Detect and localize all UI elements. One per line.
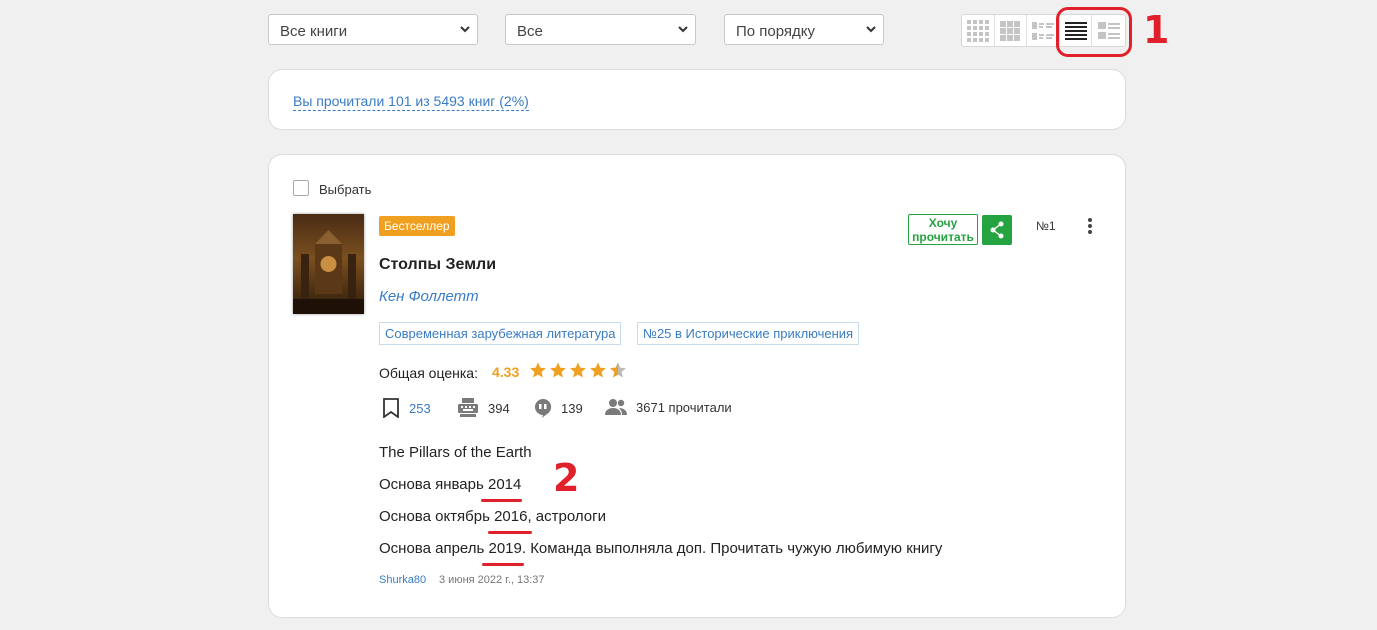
annotation-highlight-box (1056, 7, 1132, 57)
sort-value: По порядку (736, 23, 816, 40)
people-icon (605, 399, 627, 415)
book-card: Выбрать Бестселлер Столпы Земли Кен Фолл… (268, 154, 1126, 618)
rating-label: Общая оценка: (379, 365, 478, 381)
reading-note: Основа апрель 2019. Команда выполняла до… (379, 540, 943, 557)
status-filter-select[interactable]: Все (505, 14, 696, 45)
reading-note: Основа январь 2014 (379, 476, 522, 493)
sort-select[interactable]: По порядку (724, 14, 884, 45)
rating-stars (529, 361, 627, 379)
annotation-underline (482, 563, 524, 566)
select-checkbox[interactable] (293, 180, 309, 196)
reviews-stat[interactable]: 394 (457, 398, 510, 418)
view-grid-large-button[interactable] (962, 15, 995, 46)
reading-progress-card: Вы прочитали 101 из 5493 книг (2%) (268, 69, 1126, 130)
bookmark-icon (383, 398, 399, 418)
star-icon (550, 362, 566, 378)
book-position-number: №1 (1036, 219, 1056, 233)
more-options-button[interactable] (1087, 217, 1093, 240)
quotes-stat[interactable]: 139 (534, 398, 583, 418)
book-author[interactable]: Кен Фоллетт (379, 288, 479, 305)
book-cover-art (293, 214, 364, 314)
grid-small-icon (1000, 20, 1021, 41)
bookmarks-count: 253 (409, 400, 431, 416)
grid-large-icon (966, 19, 989, 42)
annotation-number-1: 1 (1143, 8, 1170, 52)
books-filter-select[interactable]: Все книги (268, 14, 478, 45)
typewriter-icon (458, 398, 478, 417)
view-grid-small-button[interactable] (995, 15, 1028, 46)
star-icon (570, 362, 586, 378)
chevron-down-icon (460, 26, 470, 33)
more-vertical-icon (1088, 218, 1092, 234)
chevron-down-icon (678, 26, 688, 33)
star-icon (590, 362, 606, 378)
want-label-line1: Хочу (928, 216, 958, 230)
star-half-icon (610, 362, 626, 378)
view-list-compact-button[interactable] (1027, 15, 1060, 46)
chevron-down-icon (866, 26, 876, 33)
readers-count: 3671 прочитали (636, 399, 732, 415)
want-label-line2: прочитать (912, 230, 974, 244)
share-button[interactable] (982, 215, 1012, 245)
share-icon (990, 221, 1004, 239)
star-icon (530, 362, 546, 378)
quotes-count: 139 (561, 400, 583, 416)
genre-tag[interactable]: Современная зарубежная литература (379, 322, 622, 345)
annotation-underline (481, 499, 522, 502)
bookmarks-stat[interactable]: 253 (382, 398, 431, 418)
want-to-read-button[interactable]: Хочу прочитать (908, 214, 978, 245)
annotation-number-2: 2 (553, 456, 580, 500)
rating-value: 4.33 (492, 364, 520, 380)
original-title: The Pillars of the Earth (379, 444, 532, 461)
review-date: 3 июня 2022 г., 13:37 (439, 574, 545, 586)
book-title[interactable]: Столпы Земли (379, 256, 496, 274)
bestseller-badge: Бестселлер (379, 216, 455, 236)
readers-stat[interactable]: 3671 прочитали (605, 398, 732, 416)
select-label: Выбрать (319, 182, 372, 197)
reading-progress-link[interactable]: Вы прочитали 101 из 5493 книг (2%) (293, 93, 529, 111)
quote-icon (535, 398, 552, 418)
book-cover[interactable] (293, 214, 364, 314)
annotation-underline (488, 531, 532, 534)
status-filter-value: Все (517, 23, 543, 40)
books-filter-value: Все книги (280, 23, 348, 40)
ranking-tag[interactable]: №25 в Исторические приключения (637, 322, 860, 345)
list-compact-icon (1032, 21, 1055, 40)
reading-note: Основа октябрь 2016, астрологи (379, 508, 606, 525)
reviewer-username[interactable]: Shurka80 (379, 574, 426, 586)
reviews-count: 394 (488, 400, 510, 416)
